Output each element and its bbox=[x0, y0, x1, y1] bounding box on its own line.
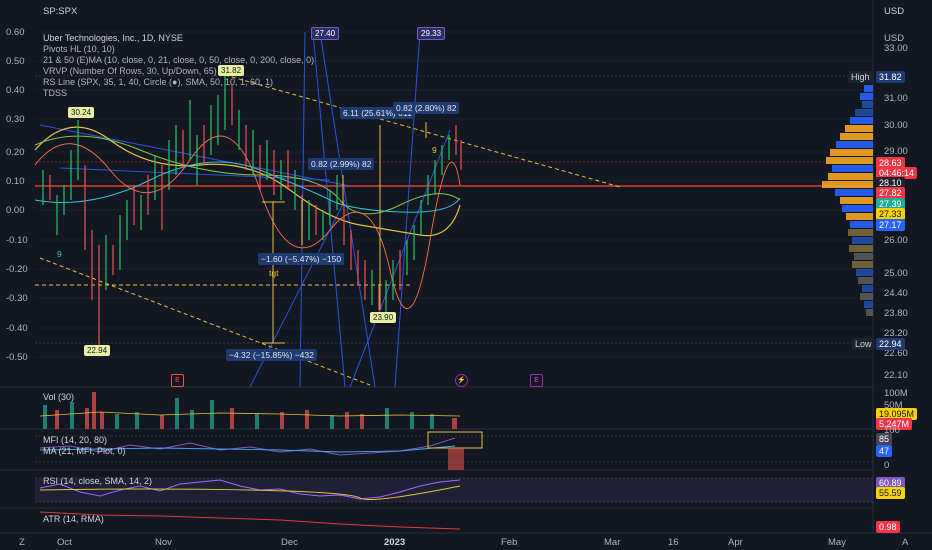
legend-pivots[interactable]: Pivots HL (10, 10) bbox=[43, 44, 314, 55]
left-axis-tick: 0.50 bbox=[6, 56, 25, 67]
legend-symbol[interactable]: Uber Technologies, Inc., 1D, NYSE bbox=[43, 33, 314, 44]
atr-title[interactable]: ATR (14, RMA) bbox=[43, 514, 104, 524]
time-axis-tick: May bbox=[828, 537, 846, 548]
low-value-tag: 22.94 bbox=[876, 338, 905, 350]
price-axis-tick: 25.00 bbox=[884, 268, 908, 279]
time-axis-tick: Oct bbox=[57, 537, 72, 548]
volume-bars bbox=[39, 392, 461, 429]
pivot-high-label: 31.82 bbox=[218, 65, 245, 76]
measure-label[interactable]: 0.82 (2.80%) 82 bbox=[393, 102, 460, 114]
price-axis-tick: 33.00 bbox=[884, 43, 908, 54]
dividend-event-icon[interactable]: ⚡ bbox=[455, 374, 468, 387]
indicator-legend: Uber Technologies, Inc., 1D, NYSE Pivots… bbox=[43, 33, 314, 99]
mfi-ma-tag: 47 bbox=[876, 445, 893, 457]
left-axis-tick: 0.60 bbox=[6, 27, 25, 38]
measure-label[interactable]: 0.82 (2.99%) 82 bbox=[308, 158, 375, 170]
td-marker: 9 bbox=[57, 249, 62, 259]
low-label: Low bbox=[852, 338, 875, 350]
high-value-tag: 31.82 bbox=[876, 71, 905, 83]
legend-vrvp[interactable]: VRVP (Number Of Rows, 30, Up/Down, 65) bbox=[43, 66, 314, 77]
mfi-axis-tick: 0 bbox=[884, 460, 890, 471]
time-axis-tick: 2023 bbox=[384, 537, 406, 548]
rsi-ma-tag: 55.59 bbox=[876, 487, 905, 499]
volume-axis-tick: 100M bbox=[884, 388, 908, 399]
time-axis-tick: Mar bbox=[604, 537, 621, 548]
time-axis-tick: Nov bbox=[155, 537, 172, 548]
pivot-high-label: 30.24 bbox=[68, 107, 95, 118]
left-axis-tick: 0.00 bbox=[6, 205, 25, 216]
atr-tag: 0.98 bbox=[876, 521, 900, 533]
high-label: High bbox=[848, 71, 873, 83]
measure-label[interactable]: −4.32 (−15.85%) −432 bbox=[226, 349, 317, 361]
earnings-event-icon[interactable]: E bbox=[530, 374, 543, 387]
legend-rs-line[interactable]: RS Line (SPX, 35, 1, 40, Circle (●), SMA… bbox=[43, 77, 314, 88]
mfi-title[interactable]: MFI (14, 20, 80) bbox=[43, 435, 107, 445]
auto-scale-button[interactable]: A bbox=[902, 537, 908, 548]
top-price-tag-1: 27.40 bbox=[311, 27, 340, 40]
earnings-event-icon[interactable]: E bbox=[171, 374, 184, 387]
td-marker: 9 bbox=[432, 145, 437, 155]
left-axis-tick: -0.40 bbox=[6, 323, 28, 334]
price-axis-tick: 30.00 bbox=[884, 120, 908, 131]
measure-label[interactable]: −1.60 (−5.47%) −150 bbox=[258, 253, 345, 265]
left-axis-tick: 0.20 bbox=[6, 147, 25, 158]
target-label: tgt bbox=[269, 268, 279, 278]
time-axis-tick: Dec bbox=[281, 537, 298, 548]
left-axis-tick: -0.50 bbox=[6, 352, 28, 363]
pivot-low-label: 22.94 bbox=[84, 345, 111, 356]
left-axis-tick: -0.20 bbox=[6, 264, 28, 275]
mfi-pane bbox=[35, 431, 873, 470]
legend-ema[interactable]: 21 & 50 (E)MA (10, close, 0, 21, close, … bbox=[43, 55, 314, 66]
mfi-tag: 85 bbox=[876, 433, 893, 445]
rsi-pane bbox=[35, 477, 873, 503]
mfi-ma-title[interactable]: MA (21, MFI, Plot, 0) bbox=[43, 446, 126, 456]
time-axis-tick: 16 bbox=[668, 537, 679, 548]
symbol-header[interactable]: SP:SPX bbox=[43, 6, 77, 17]
price-axis-tick: 26.00 bbox=[884, 235, 908, 246]
left-axis-tick: -0.10 bbox=[6, 235, 28, 246]
price-axis-tick: 22.10 bbox=[884, 370, 908, 381]
time-axis-tick: Apr bbox=[728, 537, 743, 548]
rsi-title[interactable]: RSI (14, close, SMA, 14, 2) bbox=[43, 476, 152, 486]
left-axis-tick: -0.30 bbox=[6, 293, 28, 304]
price-axis-tick: 31.00 bbox=[884, 93, 908, 104]
price-axis-tick: 29.00 bbox=[884, 146, 908, 157]
price-axis-tick: 24.40 bbox=[884, 288, 908, 299]
pivot-low-label: 23.90 bbox=[370, 312, 397, 323]
top-price-tag-2: 29.33 bbox=[417, 27, 446, 40]
left-axis-tick: 0.30 bbox=[6, 114, 25, 125]
left-axis-tick: 0.10 bbox=[6, 176, 25, 187]
legend-tdss[interactable]: TDSS bbox=[43, 88, 314, 99]
volume-profile bbox=[822, 85, 873, 316]
left-axis-tick: 0.40 bbox=[6, 85, 25, 96]
price-axis-tick: 23.80 bbox=[884, 308, 908, 319]
currency-header: USD bbox=[884, 6, 905, 17]
timezone-toggle-button[interactable]: Z bbox=[19, 537, 25, 548]
volume-title[interactable]: Vol (30) bbox=[43, 392, 74, 402]
time-axis-tick: Feb bbox=[501, 537, 518, 548]
ema-tag-blue: 27.17 bbox=[876, 219, 905, 231]
